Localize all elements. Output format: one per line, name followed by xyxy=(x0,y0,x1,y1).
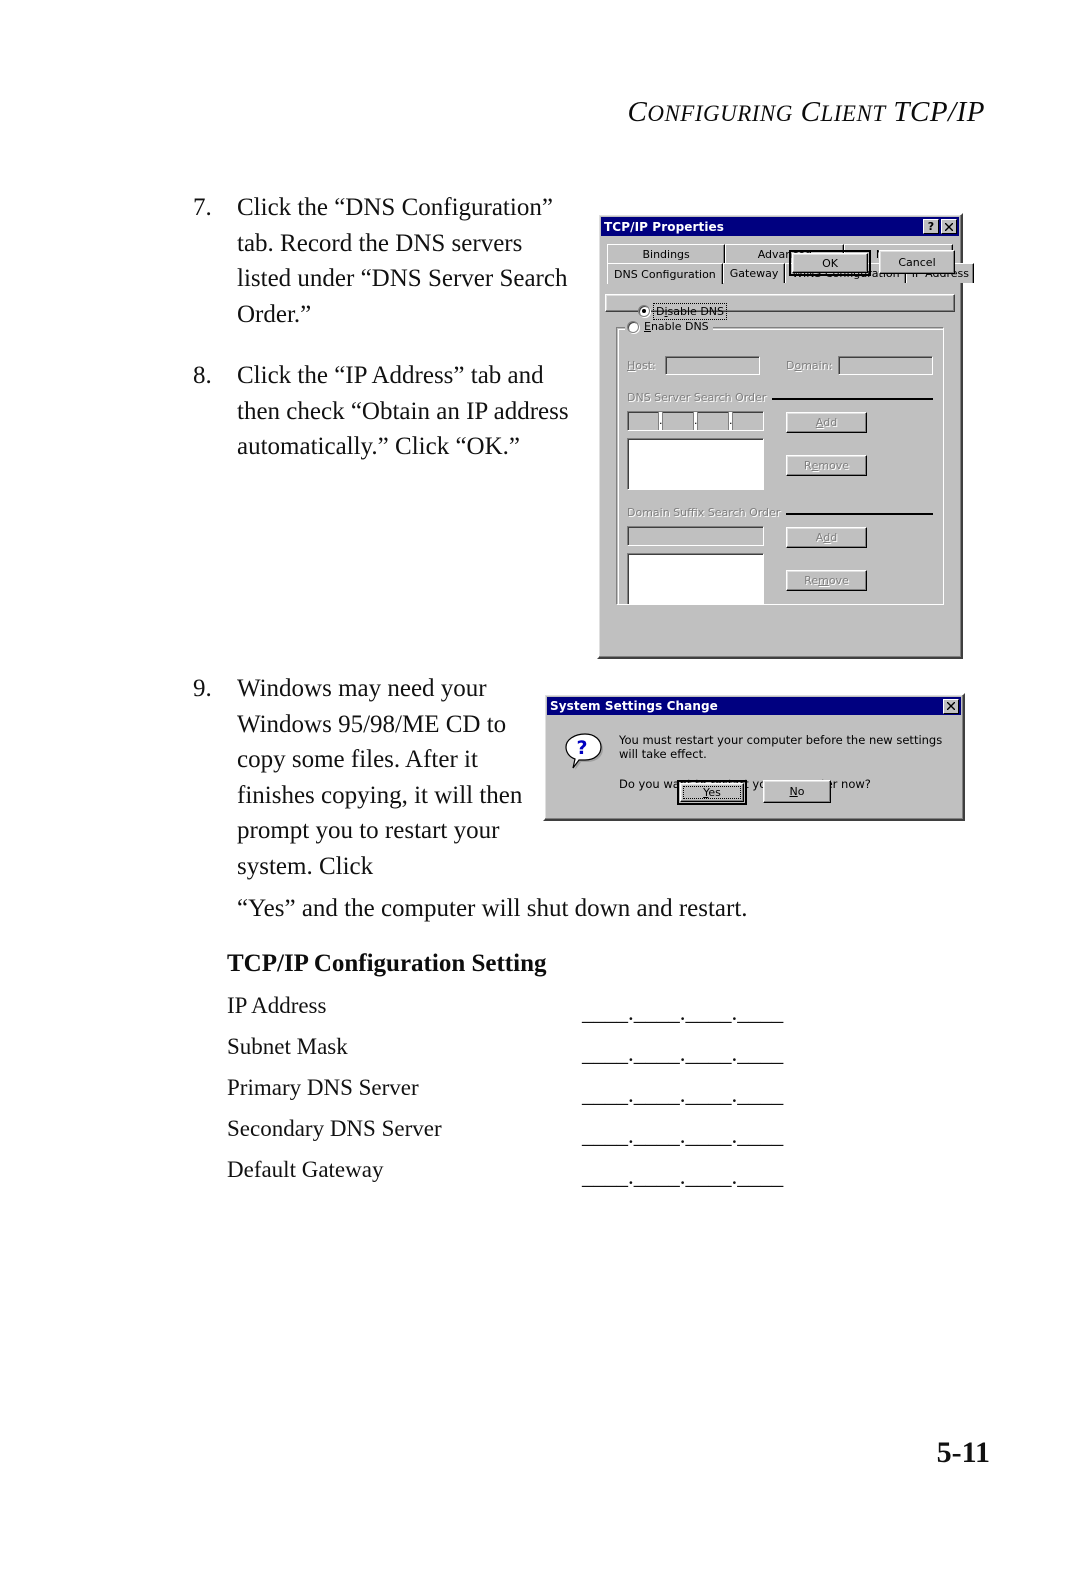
host-label: Host: xyxy=(627,359,656,372)
table-row: IP Address ____.____.____.____ xyxy=(227,993,807,1034)
dialog-titlebar: System Settings Change xyxy=(547,697,961,715)
suffix-button-column: Add Re m ove xyxy=(786,526,867,591)
ok-button[interactable]: OK xyxy=(792,253,868,273)
settings-label: Secondary DNS Server xyxy=(227,1116,442,1141)
focus-ring xyxy=(683,786,741,799)
dialog-buttons: Yes No xyxy=(545,780,963,805)
svg-text:?: ? xyxy=(576,737,587,759)
ip-octet-2[interactable] xyxy=(663,412,693,430)
step-item-8: 8. Click the “IP Address” tab and then c… xyxy=(193,358,573,465)
section-divider xyxy=(786,512,933,515)
step-9-continuation: “Yes” and the computer will shut down an… xyxy=(237,895,748,922)
dns-server-search-order-header: DNS Server Search Order xyxy=(627,391,933,404)
table-row: Secondary DNS Server ____.____.____.____ xyxy=(227,1116,807,1157)
settings-label: IP Address xyxy=(227,993,327,1018)
cancel-button[interactable]: Cancel xyxy=(879,250,955,274)
dns-add-button[interactable]: AAdddd xyxy=(786,412,867,433)
dialog-titlebar: TCP/IP Properties ? xyxy=(601,217,959,236)
dns-server-list[interactable] xyxy=(627,438,764,490)
settings-blank-field: ____.____.____.____ xyxy=(582,1000,784,1025)
settings-blank-field: ____.____.____.____ xyxy=(582,1164,784,1189)
tcpip-settings-table: IP Address ____.____.____.____ Subnet Ma… xyxy=(227,993,807,1198)
domain-input[interactable] xyxy=(838,356,933,375)
dns-server-search-order-label: DNS Server Search Order xyxy=(627,391,767,404)
radio-indicator-icon xyxy=(627,320,639,333)
domain-suffix-search-order-header: Domain Suffix Search Order xyxy=(627,506,933,519)
dialog-body: Bindings Advanced NetBIOS DNS Configurat… xyxy=(599,236,975,605)
step-text: Windows may need your Windows 95/98/ME C… xyxy=(237,675,523,880)
radio-indicator-icon xyxy=(638,305,650,317)
ok-button-default-frame: OK xyxy=(789,250,871,276)
ip-octet-4[interactable] xyxy=(733,412,763,430)
close-glyph xyxy=(945,222,953,231)
suffix-add-button[interactable]: Add xyxy=(786,527,867,548)
close-glyph xyxy=(947,702,955,710)
dns-button-column: AAdddd Remove xyxy=(786,411,867,476)
close-icon[interactable] xyxy=(941,219,957,234)
dns-ip-input[interactable]: . . . xyxy=(627,411,764,431)
settings-label: Primary DNS Server xyxy=(227,1075,419,1100)
dns-configuration-panel: Disable DNS Enable DNS Host: Domain: DNS… xyxy=(605,294,955,605)
page-number: 5-11 xyxy=(936,1436,990,1469)
domain-label: Domain: xyxy=(786,359,833,372)
radio-enable-dns[interactable]: Enable DNS xyxy=(625,320,713,333)
domain-suffix-input[interactable] xyxy=(627,526,764,546)
section-divider xyxy=(772,397,933,400)
ip-octet-1[interactable] xyxy=(628,412,658,430)
no-button-label: No xyxy=(789,785,805,798)
ip-octet-3[interactable] xyxy=(698,412,728,430)
dns-remove-button[interactable]: Re move xyxy=(786,455,867,476)
dialog-title: System Settings Change xyxy=(550,699,718,713)
tcpip-properties-dialog: TCP/IP Properties ? Bindings Advanced Ne… xyxy=(597,213,975,659)
radio-disable-dns[interactable]: Disable DNS xyxy=(638,302,944,320)
dialog-title: TCP/IP Properties xyxy=(604,219,725,234)
table-row: Primary DNS Server ____.____.____.____ xyxy=(227,1075,807,1116)
table-row: Subnet Mask ____.____.____.____ xyxy=(227,1034,807,1075)
domain-suffix-list[interactable] xyxy=(627,553,764,605)
table-row: Default Gateway ____.____.____.____ xyxy=(227,1157,807,1198)
dialog-footer: OK Cancel xyxy=(605,250,955,276)
enable-dns-groupbox: Enable DNS Host: Domain: DNS Server Sear… xyxy=(616,320,944,605)
no-button[interactable]: No xyxy=(763,780,831,803)
step-text: Click the “DNS Configuration” tab. Recor… xyxy=(237,194,568,328)
settings-blank-field: ____.____.____.____ xyxy=(582,1123,784,1148)
question-mark-icon: ? xyxy=(563,731,603,771)
host-domain-row: Host: Domain: xyxy=(627,356,933,375)
suffix-remove-button[interactable]: Re m ove xyxy=(786,570,867,591)
close-icon[interactable] xyxy=(943,698,959,714)
settings-label: Default Gateway xyxy=(227,1157,384,1182)
radio-enable-dns-label: Enable DNS xyxy=(644,320,709,333)
step-number: 8. xyxy=(193,362,212,389)
settings-label: Subnet Mask xyxy=(227,1034,348,1059)
step-number: 9. xyxy=(193,675,212,702)
settings-blank-field: ____.____.____.____ xyxy=(582,1082,784,1107)
domain-suffix-search-order-label: Domain Suffix Search Order xyxy=(627,506,781,519)
system-settings-change-dialog: System Settings Change ? You must restar… xyxy=(543,693,965,821)
suffix-entry-row: Add Re m ove xyxy=(627,526,933,605)
yes-button-default-frame: Yes xyxy=(677,780,747,805)
help-icon[interactable]: ? xyxy=(923,219,939,234)
dialog-message-line-1: You must restart your computer before th… xyxy=(619,733,943,761)
step-item-7: 7. Click the “DNS Configuration” tab. Re… xyxy=(193,190,573,332)
host-input[interactable] xyxy=(665,356,760,375)
step-number: 7. xyxy=(193,194,212,221)
yes-button[interactable]: Yes xyxy=(680,783,744,802)
dns-ip-entry-row: . . . AAdddd Remove xyxy=(627,411,933,490)
step-text: Click the “IP Address” tab and then chec… xyxy=(237,362,569,460)
settings-section-title: TCP/IP Configuration Setting xyxy=(227,950,547,977)
settings-blank-field: ____.____.____.____ xyxy=(582,1041,784,1066)
step-item-9: 9. Windows may need your Windows 95/98/M… xyxy=(193,671,523,884)
radio-disable-dns-label: Disable DNS xyxy=(652,302,728,320)
